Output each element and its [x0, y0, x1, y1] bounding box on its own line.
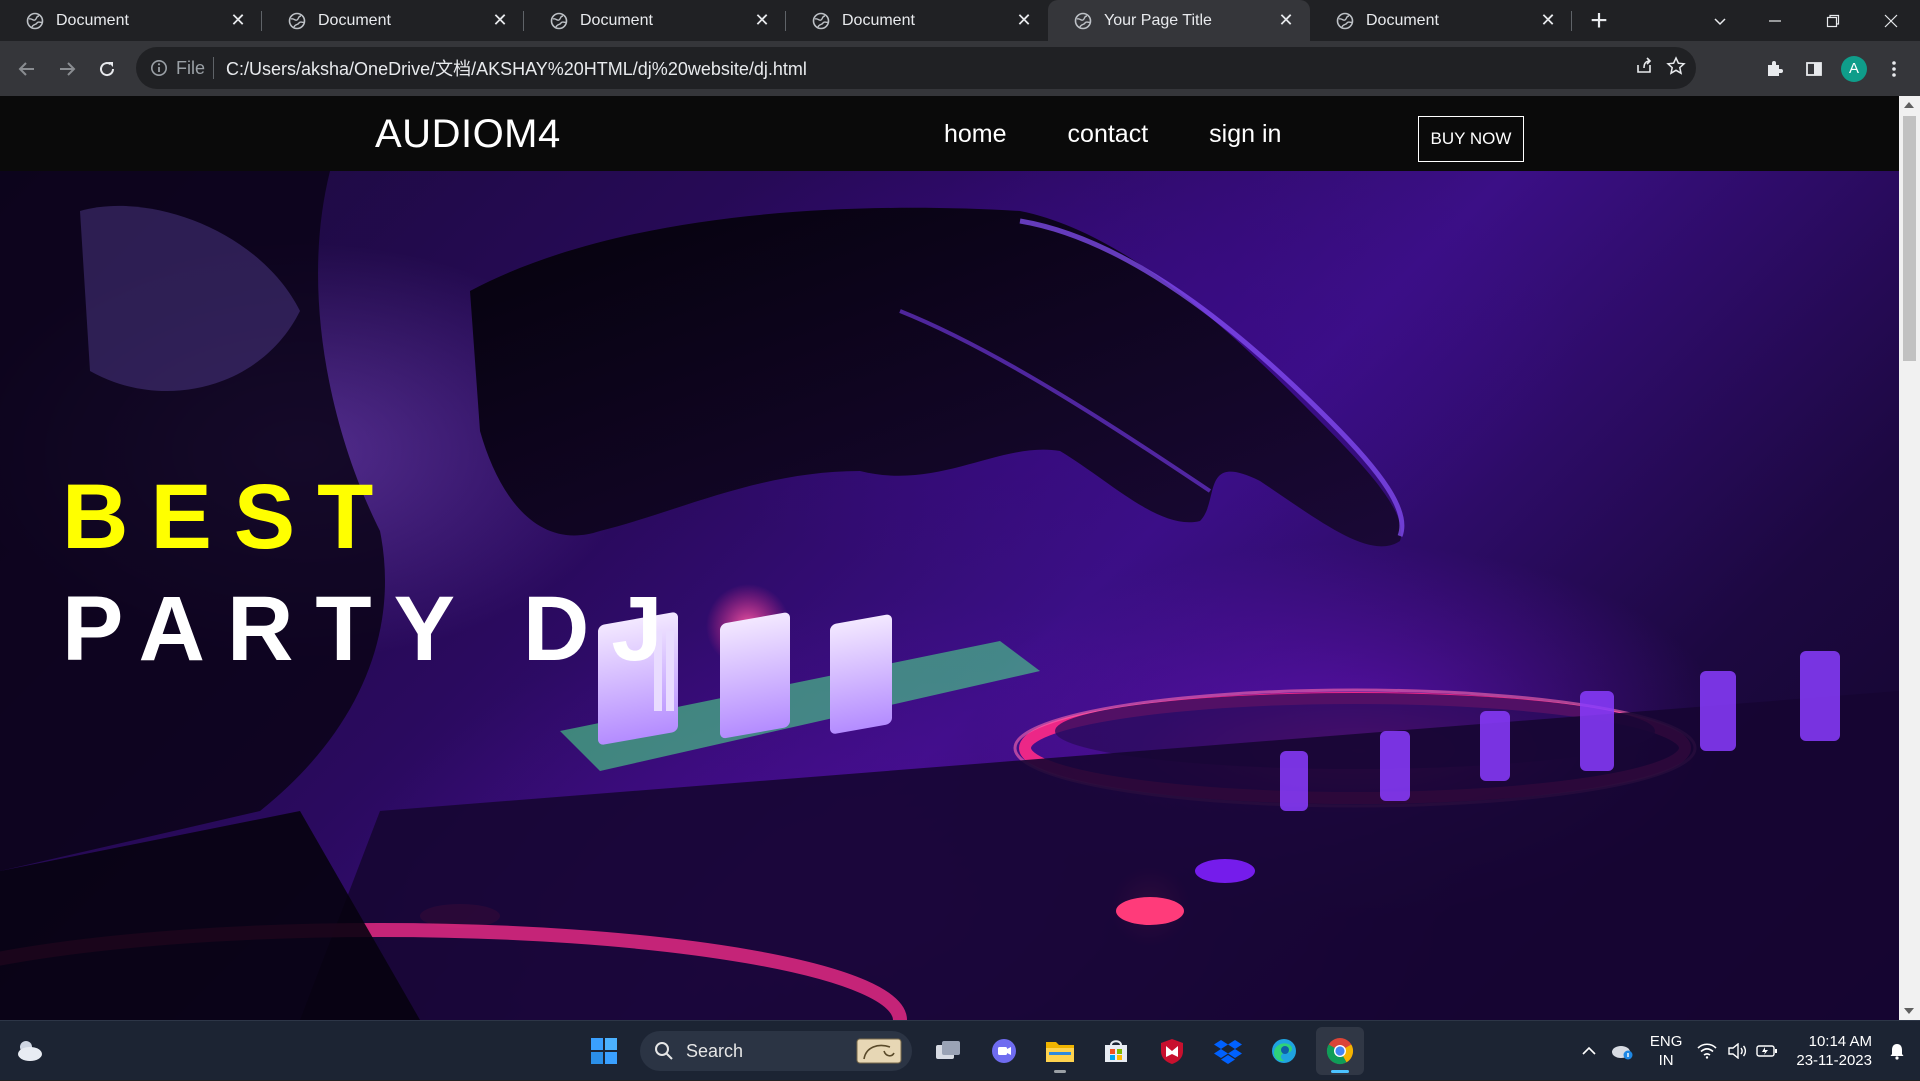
minimize-icon[interactable] [1746, 0, 1804, 41]
notification-bell-icon[interactable] [1882, 1031, 1912, 1071]
globe-icon [550, 12, 568, 29]
extensions-puzzle-icon[interactable] [1754, 49, 1794, 89]
avatar: A [1841, 55, 1867, 82]
share-icon[interactable] [1634, 56, 1654, 81]
lang-region: IN [1658, 1052, 1674, 1069]
bookmark-star-icon[interactable] [1666, 55, 1686, 81]
wifi-icon[interactable] [1692, 1031, 1722, 1071]
windows-taskbar: Search ENG IN 10:14 AM 23-11-2023 [0, 1020, 1920, 1080]
browser-tab[interactable]: Document ✕ [786, 0, 1048, 41]
tab-close-icon[interactable]: ✕ [228, 10, 248, 31]
search-icon [655, 1042, 673, 1060]
browser-tab[interactable]: Document ✕ [0, 0, 262, 41]
search-highlight-image-icon [856, 1038, 902, 1064]
start-windows-icon[interactable] [580, 1027, 628, 1075]
globe-icon [26, 12, 44, 29]
onedrive-cloud-icon[interactable] [1604, 1031, 1640, 1071]
site-navbar: AUDIOM4 home contact sign in BUY NOW [0, 96, 1899, 171]
site-logo[interactable]: AUDIOM4 [375, 112, 561, 157]
chrome-browser-icon[interactable] [1316, 1027, 1364, 1075]
clock[interactable]: 10:14 AM 23-11-2023 [1796, 1032, 1872, 1070]
show-hidden-icons-chevron-icon[interactable] [1574, 1031, 1604, 1071]
address-scheme-label: File [176, 57, 206, 78]
headline-best: BEST [62, 466, 396, 568]
reload-icon[interactable] [87, 49, 127, 89]
taskbar-apps: Search [580, 1027, 1364, 1075]
volume-icon[interactable] [1722, 1031, 1752, 1071]
back-arrow-icon[interactable] [7, 49, 47, 89]
system-tray: ENG IN 10:14 AM 23-11-2023 [1574, 1021, 1920, 1081]
toolbar-right: A [1754, 41, 1920, 96]
lang-code: ENG [1649, 1033, 1683, 1050]
browser-toolbar: File C:/Users/aksha/OneDrive/文档/AKSHAY%2… [0, 41, 1920, 96]
browser-tab[interactable]: Document ✕ [262, 0, 524, 41]
taskbar-search-box[interactable]: Search [640, 1031, 912, 1071]
clock-time: 10:14 AM [1808, 1033, 1872, 1050]
globe-icon [1336, 12, 1354, 29]
tab-title: Document [56, 11, 129, 29]
clock-date: 23-11-2023 [1796, 1052, 1872, 1069]
task-view-icon[interactable] [924, 1027, 972, 1075]
scroll-up-arrow-icon[interactable] [1904, 102, 1914, 108]
dropbox-icon[interactable] [1204, 1027, 1252, 1075]
site-nav-links: home contact sign in [944, 120, 1281, 149]
globe-icon [288, 12, 306, 29]
tab-close-icon[interactable]: ✕ [752, 10, 772, 31]
address-actions [1634, 47, 1686, 89]
new-tab-button[interactable]: + [1578, 0, 1620, 41]
mcafee-shield-icon[interactable] [1148, 1027, 1196, 1075]
edge-browser-icon[interactable] [1260, 1027, 1308, 1075]
browser-tab-active[interactable]: Your Page Title ✕ [1048, 0, 1310, 41]
buy-now-button[interactable]: BUY NOW [1418, 116, 1524, 162]
tab-close-icon[interactable]: ✕ [1014, 10, 1034, 31]
restore-icon[interactable] [1804, 0, 1862, 41]
side-panel-icon[interactable] [1794, 49, 1834, 89]
page-viewport: AUDIOM4 home contact sign in BUY NOW BES… [0, 96, 1920, 1020]
teams-chat-icon[interactable] [980, 1027, 1028, 1075]
tab-title: Document [1366, 11, 1439, 29]
tab-list: Document ✕ Document ✕ Document ✕ Documen… [0, 0, 1620, 41]
nav-link-sign-in[interactable]: sign in [1209, 120, 1281, 149]
hero-section: BEST PARTY DJ [0, 171, 1899, 1020]
globe-icon [1074, 12, 1092, 29]
scroll-down-arrow-icon[interactable] [1904, 1008, 1914, 1014]
scrollbar-thumb[interactable] [1903, 116, 1916, 361]
browser-tab-strip: Document ✕ Document ✕ Document ✕ Documen… [0, 0, 1920, 41]
microsoft-store-icon[interactable] [1092, 1027, 1140, 1075]
globe-icon [812, 12, 830, 29]
close-window-icon[interactable] [1862, 0, 1920, 41]
tab-close-icon[interactable]: ✕ [1276, 10, 1296, 31]
tab-close-icon[interactable]: ✕ [1538, 10, 1558, 31]
hero-headline: BEST PARTY DJ [62, 461, 684, 685]
nav-link-contact[interactable]: contact [1068, 120, 1149, 149]
profile-avatar[interactable]: A [1834, 49, 1874, 89]
browser-tab[interactable]: Document ✕ [524, 0, 786, 41]
file-explorer-icon[interactable] [1036, 1027, 1084, 1075]
tab-title: Your Page Title [1104, 11, 1212, 29]
running-indicator [1054, 1070, 1066, 1073]
nav-link-home[interactable]: home [944, 120, 1007, 149]
language-indicator[interactable]: ENG IN [1650, 1032, 1683, 1070]
tab-title: Document [842, 11, 915, 29]
tab-title: Document [318, 11, 391, 29]
tab-search-chevron-icon[interactable] [1702, 0, 1738, 41]
window-controls [1746, 0, 1920, 41]
forward-arrow-icon[interactable] [47, 49, 87, 89]
headline-party-dj: PARTY DJ [62, 578, 685, 680]
browser-tab[interactable]: Document ✕ [1310, 0, 1572, 41]
search-label: Search [686, 1040, 744, 1061]
active-indicator [1331, 1070, 1349, 1073]
page-scrollbar[interactable] [1899, 96, 1920, 1020]
address-bar[interactable]: File C:/Users/aksha/OneDrive/文档/AKSHAY%2… [136, 47, 1696, 89]
battery-icon[interactable] [1752, 1031, 1782, 1071]
kebab-menu-icon[interactable] [1874, 49, 1914, 89]
tab-title: Document [580, 11, 653, 29]
address-divider [213, 57, 215, 79]
address-url[interactable]: C:/Users/aksha/OneDrive/文档/AKSHAY%20HTML… [226, 55, 807, 81]
info-icon[interactable] [150, 59, 168, 77]
weather-cloud-icon[interactable] [14, 1037, 44, 1068]
tab-close-icon[interactable]: ✕ [490, 10, 510, 31]
